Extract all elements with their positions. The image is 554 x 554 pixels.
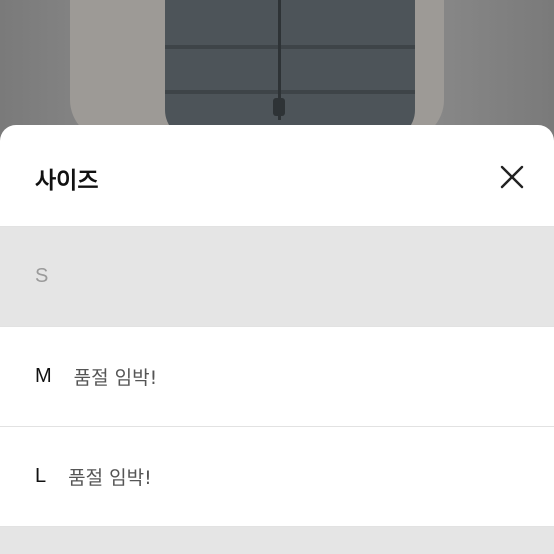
close-icon xyxy=(500,165,524,189)
close-button[interactable] xyxy=(494,159,530,195)
size-option-s[interactable]: S xyxy=(0,226,554,326)
product-vest xyxy=(165,0,415,140)
product-sleeve-left xyxy=(70,0,180,140)
size-option-label: L xyxy=(35,465,47,487)
size-bottom-sheet: 사이즈 S M 품절 임박! L 품절 임박! xyxy=(0,125,554,554)
stock-status: 품절 임박! xyxy=(73,367,158,389)
sheet-header: 사이즈 xyxy=(0,125,554,226)
size-option-l[interactable]: L 품절 임박! xyxy=(0,426,554,526)
size-option-m[interactable]: M 품절 임박! xyxy=(0,326,554,426)
product-image xyxy=(0,0,554,140)
next-option-partial xyxy=(0,526,554,554)
sheet-title: 사이즈 xyxy=(35,168,99,194)
size-option-label: S xyxy=(35,265,49,287)
stock-status: 품절 임박! xyxy=(68,467,152,489)
size-option-label: M xyxy=(35,365,52,387)
